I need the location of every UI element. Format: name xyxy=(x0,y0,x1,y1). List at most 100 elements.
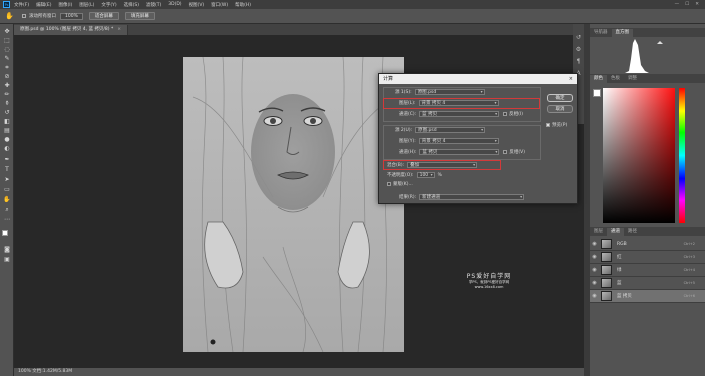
source1-row: 源 1(S): 原图.psd xyxy=(395,89,485,95)
source2-row: 源 2(U): 原图.psd xyxy=(395,127,486,133)
source2-layer-select[interactable]: 背景 拷贝 4 xyxy=(418,138,499,144)
menu-file[interactable]: 文件(F) xyxy=(14,2,29,8)
tab-paths[interactable]: 路径 xyxy=(624,228,641,236)
tab-channels[interactable]: 通道 xyxy=(607,228,624,236)
dialog-titlebar[interactable]: 计算 × xyxy=(379,74,577,84)
tab-histogram[interactable]: 直方图 xyxy=(611,29,633,37)
color-picker-field[interactable] xyxy=(603,88,675,223)
dialog-close-icon[interactable]: × xyxy=(569,74,573,84)
gradient-icon[interactable]: ▤ xyxy=(2,127,12,135)
more-icon[interactable]: ⋯ xyxy=(2,216,12,224)
tools-panel: ✥ ⬚ ◌ ✎ ⌗ ⊘ ✚ ✏ ⚱ ↺ ◧ ▤ ● ◐ ✒ T ➤ ▭ ✋ ⌕ … xyxy=(0,24,14,376)
preview-label: 预览(P) xyxy=(552,123,568,128)
quick-select-icon[interactable]: ✎ xyxy=(2,55,12,63)
eraser-icon[interactable]: ◧ xyxy=(2,118,12,126)
menu-3d[interactable]: 3D(D) xyxy=(168,2,181,7)
source1-channel-label: 通道(C): xyxy=(399,112,417,117)
properties-panel-icon[interactable]: ⚙ xyxy=(575,46,582,53)
zoom-level-field[interactable]: 100% xyxy=(60,12,83,20)
eye-icon[interactable]: ◉ xyxy=(590,254,599,260)
source2-channel-select[interactable]: 蓝 拷贝 xyxy=(419,149,500,155)
channel-thumbnail xyxy=(601,239,612,249)
highlight-source1-layer xyxy=(383,98,540,109)
tab-layers[interactable]: 图层 xyxy=(590,228,607,236)
tab-adjustments[interactable]: 调整 xyxy=(624,75,641,83)
tab-color[interactable]: 颜色 xyxy=(590,75,607,83)
histogram-tabs: 导航器 直方图 xyxy=(590,28,705,37)
stamp-icon[interactable]: ⚱ xyxy=(2,100,12,108)
path-select-icon[interactable]: ➤ xyxy=(2,176,12,184)
eye-icon[interactable]: ◉ xyxy=(590,267,599,273)
blur-icon[interactable]: ● xyxy=(2,136,12,144)
eye-icon[interactable]: ◉ xyxy=(590,241,599,247)
maximize-button[interactable]: ☐ xyxy=(685,2,689,7)
tab-navigator[interactable]: 导航器 xyxy=(590,29,612,37)
quick-mask-icon[interactable]: ◙ xyxy=(2,246,12,254)
channel-row-blue[interactable]: ◉ 蓝 Ctrl+5 xyxy=(590,277,705,290)
right-panel-dock: 导航器 直方图 颜色 色板 调整 图层 通道 路径 ◉ RGB Ctrl+2 ◉… xyxy=(590,24,705,376)
tab-swatches[interactable]: 色板 xyxy=(607,75,624,83)
history-panel-icon[interactable]: ↺ xyxy=(575,34,582,41)
menu-type[interactable]: 文字(Y) xyxy=(101,2,116,8)
panel-foreground-swatch[interactable] xyxy=(593,89,601,97)
menu-help[interactable]: 帮助(H) xyxy=(235,2,251,8)
foreground-color-swatch[interactable] xyxy=(2,230,8,236)
paragraph-panel-icon[interactable]: ¶ xyxy=(575,58,582,65)
result-select[interactable]: 新建通道 xyxy=(419,194,525,200)
channel-row-red[interactable]: ◉ 红 Ctrl+3 xyxy=(590,251,705,264)
watermark-url: www.16xx8.com xyxy=(474,285,504,289)
cancel-button[interactable]: 取消 xyxy=(547,105,573,113)
crop-icon[interactable]: ⌗ xyxy=(2,64,12,72)
channel-thumbnail xyxy=(601,265,612,275)
scroll-all-windows-checkbox[interactable] xyxy=(22,14,26,18)
zoom-icon[interactable]: ⌕ xyxy=(2,206,12,214)
menu-select[interactable]: 选择(S) xyxy=(124,2,139,8)
source2-invert-checkbox[interactable] xyxy=(503,150,508,154)
document-image[interactable] xyxy=(183,57,404,352)
color-tabs: 颜色 色板 调整 xyxy=(590,74,705,83)
healing-icon[interactable]: ✚ xyxy=(2,82,12,90)
source2-file-select[interactable]: 原图.psd xyxy=(415,127,486,133)
channel-row-rgb[interactable]: ◉ RGB Ctrl+2 xyxy=(590,238,705,251)
menu-view[interactable]: 视图(V) xyxy=(189,2,205,8)
pen-icon[interactable]: ✒ xyxy=(2,156,12,164)
rectangle-icon[interactable]: ▭ xyxy=(2,186,12,194)
ok-button[interactable]: 确定 xyxy=(547,94,573,102)
source2-channel-row: 通道(H): 蓝 拷贝 反相(V) xyxy=(399,149,525,155)
menu-filter[interactable]: 滤镜(T) xyxy=(146,2,161,8)
history-brush-icon[interactable]: ↺ xyxy=(2,109,12,117)
mask-label: 蒙版(K)... xyxy=(393,182,413,187)
hue-slider[interactable] xyxy=(679,88,685,223)
opacity-input[interactable]: 100 xyxy=(416,172,435,178)
dodge-icon[interactable]: ◐ xyxy=(2,145,12,153)
source1-channel-select[interactable]: 蓝 拷贝 xyxy=(419,111,500,117)
hand-tool-icon[interactable]: ✋ xyxy=(2,196,12,204)
fit-screen-button[interactable]: 适合屏幕 xyxy=(88,12,119,20)
screen-mode-icon[interactable]: ▣ xyxy=(2,256,12,264)
document-tab[interactable]: 原图.psd @ 100% (图层 拷贝 4, 蓝 拷贝/8) * × xyxy=(14,25,129,35)
channel-row-blue-copy[interactable]: ◉ 蓝 拷贝 Ctrl+6 xyxy=(590,290,705,303)
channel-row-green[interactable]: ◉ 绿 Ctrl+4 xyxy=(590,264,705,277)
channel-shortcut: Ctrl+3 xyxy=(683,255,695,259)
preview-checkbox[interactable] xyxy=(546,123,550,127)
close-icon[interactable]: × xyxy=(117,27,121,32)
minimize-button[interactable]: — xyxy=(675,2,680,7)
eye-icon[interactable]: ◉ xyxy=(590,293,599,299)
close-window-button[interactable]: ✕ xyxy=(695,2,699,7)
type-icon[interactable]: T xyxy=(2,166,12,174)
lasso-icon[interactable]: ◌ xyxy=(2,46,12,54)
move-icon[interactable]: ✥ xyxy=(2,28,12,36)
marquee-icon[interactable]: ⬚ xyxy=(2,37,12,45)
menu-edit[interactable]: 编辑(E) xyxy=(36,2,51,8)
menu-image[interactable]: 图像(I) xyxy=(58,2,72,8)
fill-screen-button[interactable]: 填充屏幕 xyxy=(124,12,155,20)
brush-icon[interactable]: ✏ xyxy=(2,91,12,99)
menu-window[interactable]: 窗口(W) xyxy=(211,2,228,8)
mask-checkbox[interactable] xyxy=(387,182,391,186)
source1-file-select[interactable]: 原图.psd xyxy=(414,89,485,95)
source1-invert-checkbox[interactable] xyxy=(503,112,508,116)
eye-icon[interactable]: ◉ xyxy=(590,280,599,286)
hand-icon[interactable]: ✋ xyxy=(5,12,14,21)
menu-layer[interactable]: 图层(L) xyxy=(79,2,94,8)
eyedropper-icon[interactable]: ⊘ xyxy=(2,73,12,81)
